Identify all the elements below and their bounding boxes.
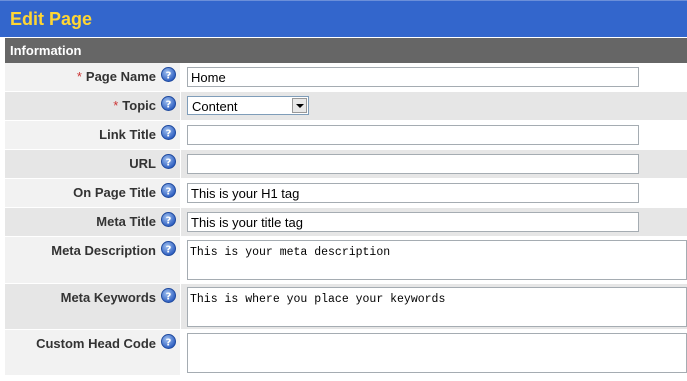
help-icon[interactable] xyxy=(161,96,176,111)
meta-keywords-label: Meta Keywords xyxy=(60,290,156,305)
page-title: Edit Page xyxy=(10,9,93,29)
custom-head-code-label: Custom Head Code xyxy=(36,336,156,351)
meta-description-textarea[interactable]: This is your meta description xyxy=(187,240,687,280)
row-url: URL xyxy=(5,150,687,179)
chevron-down-icon[interactable] xyxy=(292,98,307,113)
meta-title-label: Meta Title xyxy=(96,214,156,229)
meta-title-input[interactable] xyxy=(187,212,639,232)
information-form: *Page Name *Topic Content Link Title xyxy=(5,63,687,376)
row-link-title: Link Title xyxy=(5,121,687,150)
required-mark: * xyxy=(76,69,82,84)
help-icon[interactable] xyxy=(161,212,176,227)
topic-label: Topic xyxy=(122,98,156,113)
meta-keywords-textarea[interactable]: This is where you place your keywords xyxy=(187,287,687,327)
link-title-label: Link Title xyxy=(99,127,156,142)
meta-description-label: Meta Description xyxy=(51,243,156,258)
help-icon[interactable] xyxy=(161,288,176,303)
link-title-input[interactable] xyxy=(187,125,639,145)
row-meta-title: Meta Title xyxy=(5,208,687,237)
on-page-title-label: On Page Title xyxy=(73,185,156,200)
row-page-name: * Page Name xyxy=(5,63,687,92)
on-page-title-input[interactable] xyxy=(187,183,639,203)
custom-head-code-textarea[interactable] xyxy=(187,333,687,373)
help-icon[interactable] xyxy=(161,183,176,198)
row-on-page-title: On Page Title xyxy=(5,179,687,208)
topic-selected-value: Content xyxy=(192,99,238,114)
help-icon[interactable] xyxy=(161,125,176,140)
row-meta-description: Meta Description This is your meta descr… xyxy=(5,237,687,284)
help-icon[interactable] xyxy=(161,154,176,169)
page-name-label: Page Name xyxy=(85,69,156,84)
row-meta-keywords: Meta Keywords This is where you place yo… xyxy=(5,284,687,330)
url-input[interactable] xyxy=(187,154,639,174)
page-name-input[interactable] xyxy=(187,67,639,87)
required-mark: * xyxy=(113,98,119,113)
title-bar: Edit Page xyxy=(0,0,687,37)
topic-select[interactable]: Content xyxy=(187,96,309,115)
help-icon[interactable] xyxy=(161,241,176,256)
help-icon[interactable] xyxy=(161,334,176,349)
help-icon[interactable] xyxy=(161,67,176,82)
section-header: Information xyxy=(5,38,687,63)
row-custom-head-code: Custom Head Code xyxy=(5,330,687,376)
row-topic: * Topic Content xyxy=(5,92,687,121)
url-label: URL xyxy=(129,156,156,171)
